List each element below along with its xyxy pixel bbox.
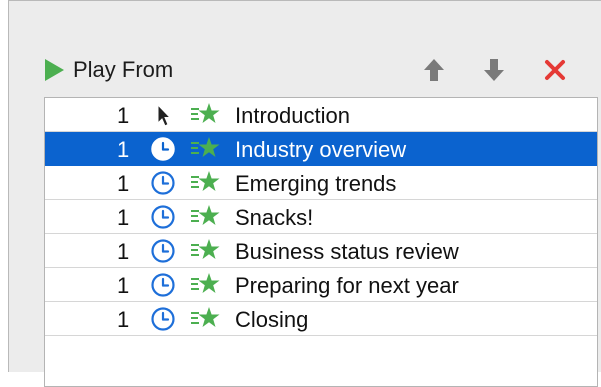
animation-row[interactable]: 1 Preparing for next year <box>45 268 597 302</box>
order-number: 1 <box>117 171 130 196</box>
clock-icon <box>150 272 176 298</box>
play-from-button[interactable]: Play From <box>43 55 173 85</box>
move-up-icon <box>423 58 445 82</box>
play-icon <box>43 58 65 82</box>
animation-title: Industry overview <box>235 137 407 162</box>
animation-title: Emerging trends <box>235 171 397 196</box>
order-number: 1 <box>117 103 130 128</box>
entrance-star-icon <box>190 271 222 299</box>
mouse-pointer-icon <box>150 102 176 128</box>
animation-list[interactable]: 1 Introduction 1 Industry overview 1 Eme… <box>44 97 598 387</box>
clock-icon <box>150 204 176 230</box>
order-number: 1 <box>117 239 130 264</box>
entrance-star-icon <box>190 305 222 333</box>
order-number: 1 <box>117 205 130 230</box>
move-down-icon <box>483 58 505 82</box>
animation-title: Business status review <box>235 239 459 264</box>
animation-title: Introduction <box>235 103 350 128</box>
clock-icon <box>150 306 176 332</box>
animation-row[interactable]: 1 Closing <box>45 302 597 336</box>
order-number: 1 <box>117 273 130 298</box>
play-from-label: Play From <box>73 57 174 82</box>
delete-button[interactable] <box>540 55 570 85</box>
animation-toolbar: Play From <box>9 51 601 87</box>
animation-row[interactable]: 1 Snacks! <box>45 200 597 234</box>
animation-row-selected[interactable]: 1 Industry overview <box>45 132 597 166</box>
entrance-star-icon <box>190 135 222 163</box>
entrance-star-icon <box>190 237 222 265</box>
entrance-star-icon <box>190 169 222 197</box>
move-down-button[interactable] <box>479 55 509 85</box>
entrance-star-icon <box>190 101 222 129</box>
order-number: 1 <box>117 137 130 162</box>
animation-row[interactable]: 1 Emerging trends <box>45 166 597 200</box>
animation-pane: Play From 1 Introduction 1 Industry over… <box>8 0 601 387</box>
row-divider <box>45 335 597 336</box>
animation-title: Closing <box>235 307 309 332</box>
delete-icon <box>544 59 566 81</box>
animation-row[interactable]: 1 Business status review <box>45 234 597 268</box>
clock-icon <box>150 238 176 264</box>
clock-icon <box>150 136 176 162</box>
animation-title: Snacks! <box>235 205 314 230</box>
clock-icon <box>150 170 176 196</box>
animation-row[interactable]: 1 Introduction <box>45 98 597 132</box>
animation-title: Preparing for next year <box>235 273 459 298</box>
entrance-star-icon <box>190 203 222 231</box>
move-up-button[interactable] <box>419 55 449 85</box>
order-number: 1 <box>117 307 130 332</box>
